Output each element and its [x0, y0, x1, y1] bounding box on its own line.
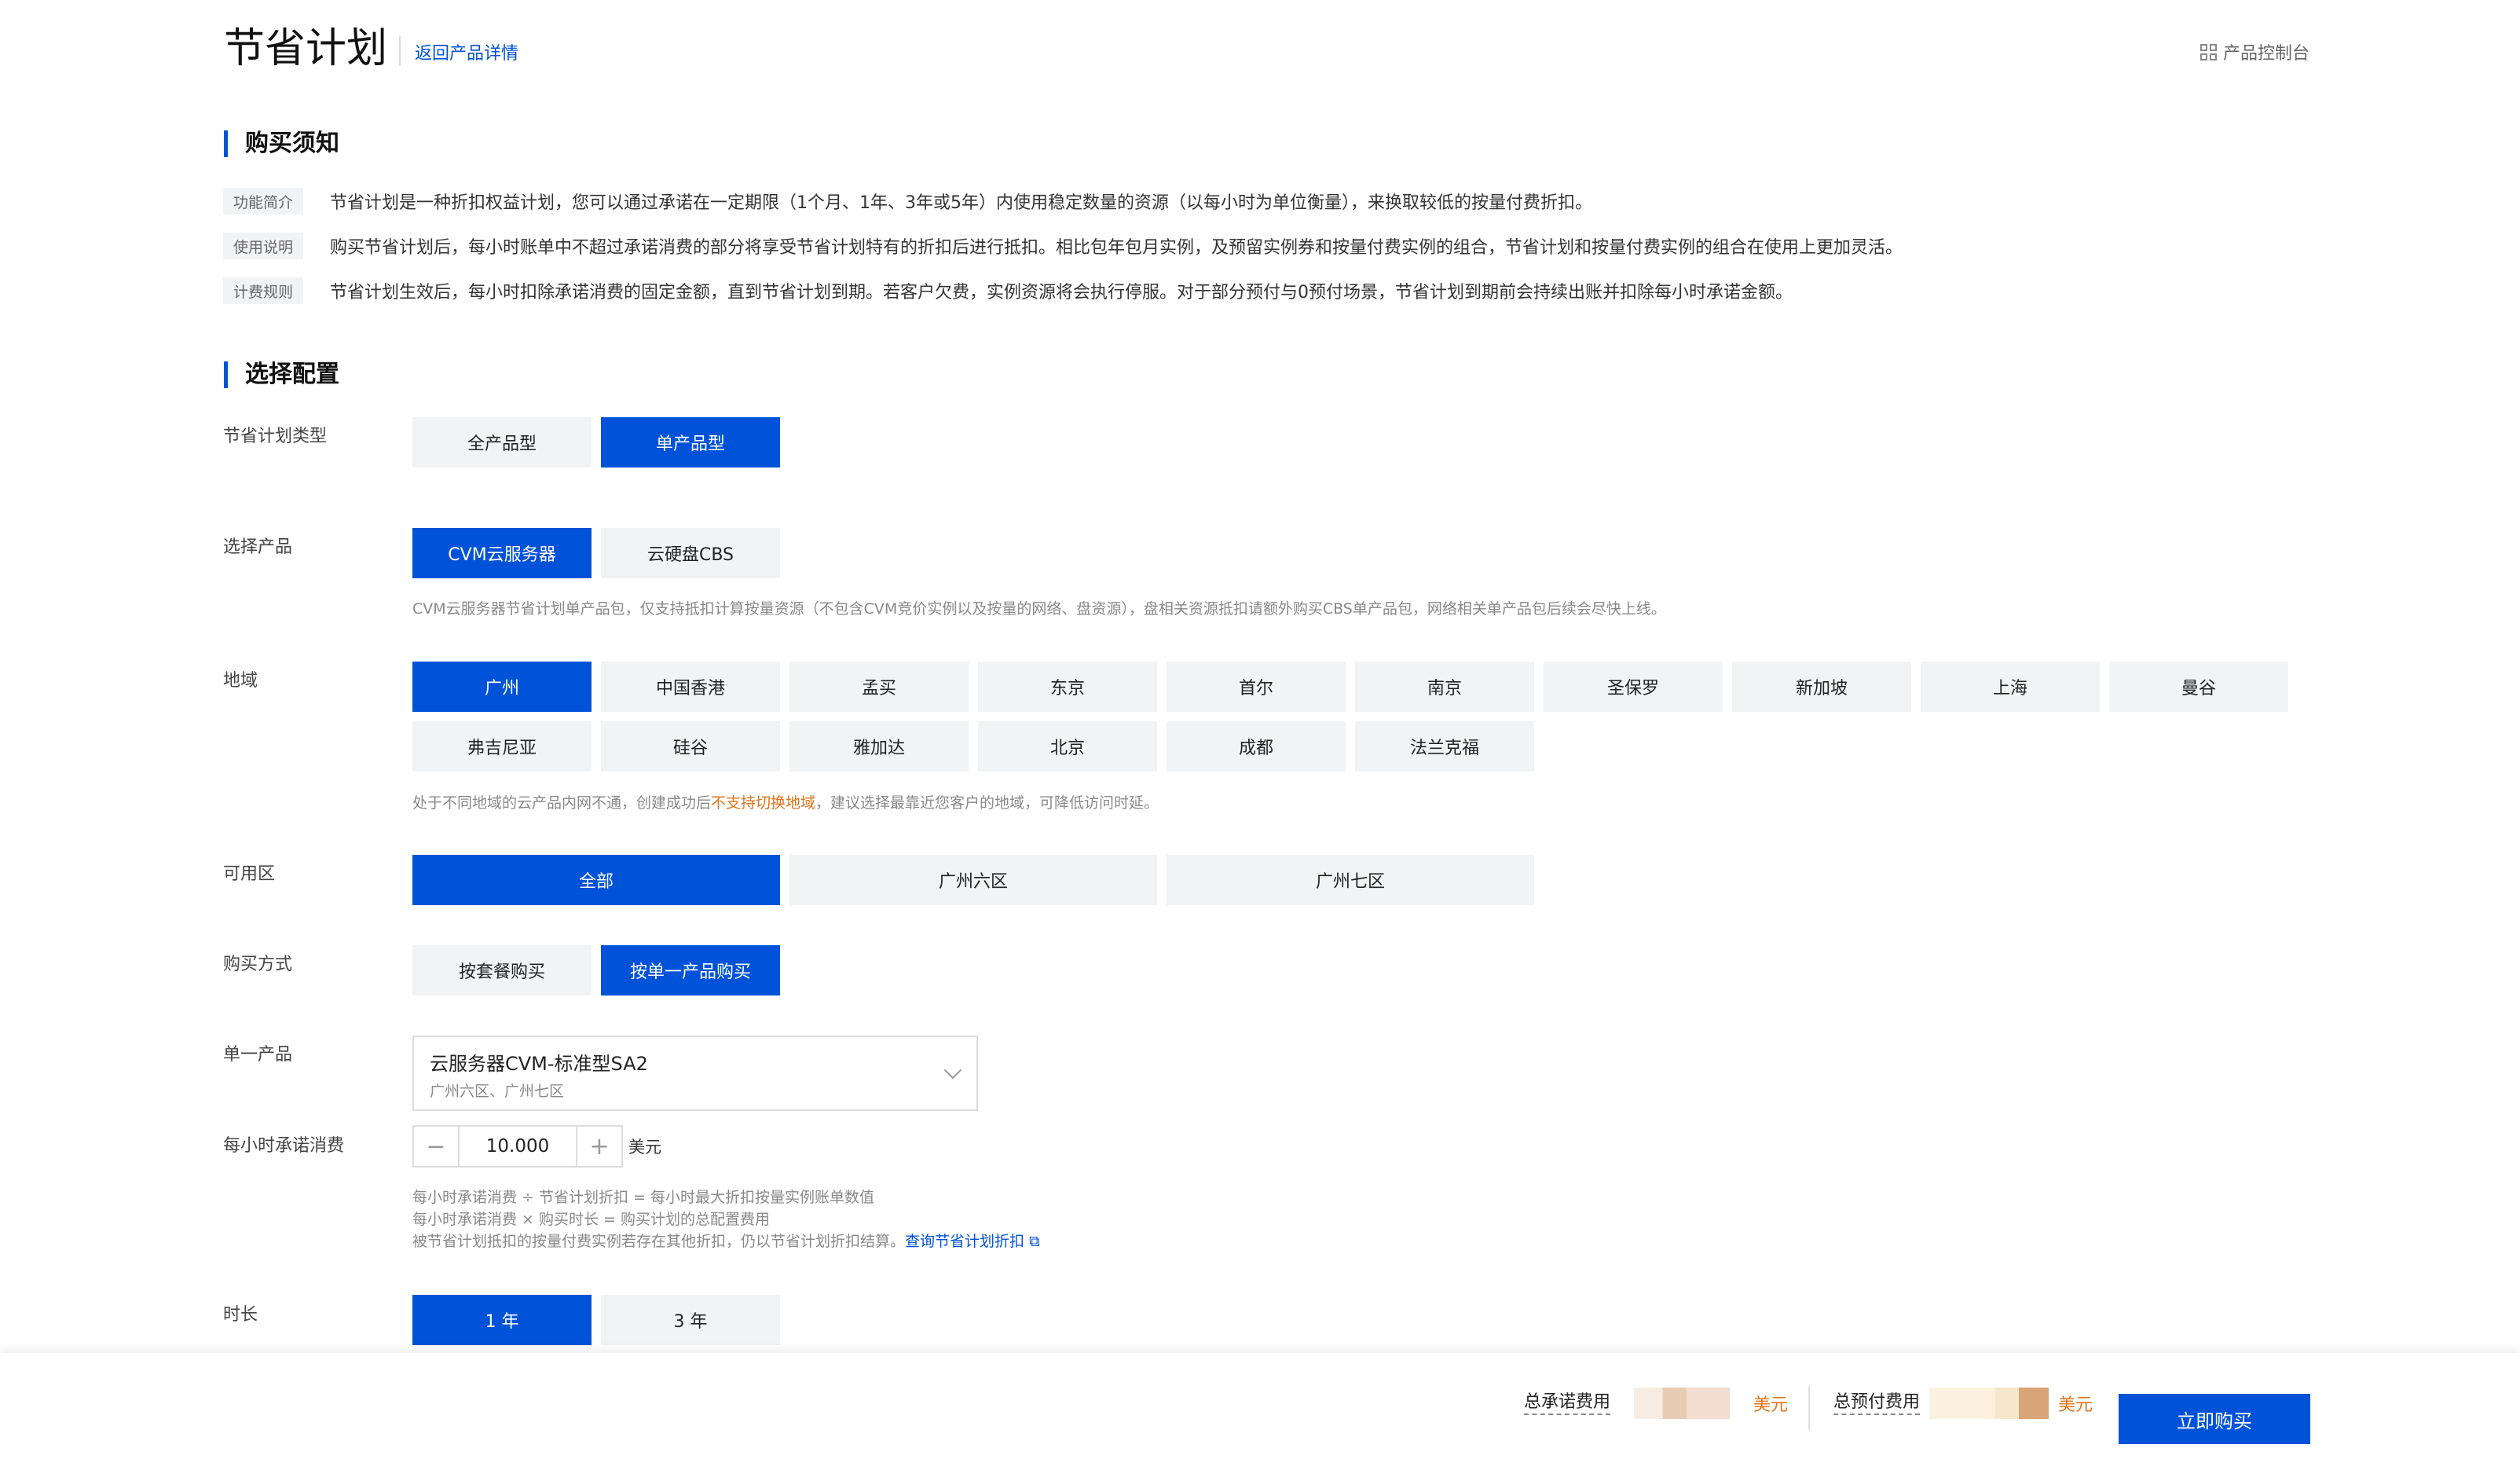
- region-option[interactable]: 法兰克福: [1355, 721, 1534, 772]
- notice-tag: 计费规则: [223, 277, 303, 304]
- hourly-commit-hint-2: 每小时承诺消费 × 购买时长 = 购买计划的总配置费用: [412, 1211, 770, 1228]
- page-title: 节省计划: [224, 25, 388, 72]
- region-option[interactable]: 孟买: [789, 662, 969, 712]
- product-label: 选择产品: [223, 537, 293, 557]
- single-product-label: 单一产品: [223, 1045, 293, 1065]
- zone-guangzhou-7[interactable]: 广州七区: [1167, 855, 1534, 905]
- total-commit: 总承诺费用 美元: [1524, 1388, 1788, 1419]
- external-link-icon: ⧉: [1024, 1233, 1040, 1250]
- notice-row: 使用说明 购买节省计划后，每小时账单中不超过承诺消费的部分将享受节省计划特有的折…: [223, 233, 1903, 259]
- purchase-footer: 总承诺费用 美元 总预付费用 美元 立即购买: [0, 1353, 2520, 1463]
- notice-tag: 使用说明: [223, 233, 303, 259]
- purchase-method-label: 购买方式: [223, 955, 293, 974]
- product-cvm[interactable]: CVM云服务器: [412, 528, 592, 578]
- console-link-label: 产品控制台: [2222, 44, 2309, 64]
- duration-1-year[interactable]: 1 年: [412, 1295, 592, 1345]
- hourly-commit-hint-3: 被节省计划抵扣的按量付费实例若存在其他折扣，仍以节省计划折扣结算。查询节省计划折…: [412, 1230, 1040, 1252]
- purchase-by-single-product[interactable]: 按单一产品购买: [601, 945, 780, 996]
- title-divider: [399, 36, 401, 66]
- product-console-link[interactable]: 产品控制台: [2200, 39, 2309, 64]
- increment-button[interactable]: +: [577, 1127, 621, 1166]
- plan-type-single-product[interactable]: 单产品型: [601, 417, 780, 468]
- notice-row: 计费规则 节省计划生效后，每小时扣除承诺消费的固定金额，直到节省计划到期。若客户…: [223, 277, 1793, 304]
- plan-type-all-products[interactable]: 全产品型: [412, 417, 592, 468]
- query-discount-link[interactable]: 查询节省计划折扣: [905, 1233, 1024, 1250]
- region-hint-prefix: 处于不同地域的云产品内网不通，创建成功后: [412, 794, 712, 812]
- hourly-commit-hint-3-text: 被节省计划抵扣的按量付费实例若存在其他折扣，仍以节省计划折扣结算。: [412, 1233, 906, 1250]
- buy-now-button[interactable]: 立即购买: [2119, 1394, 2310, 1444]
- region-option[interactable]: 硅谷: [601, 721, 780, 772]
- footer-divider: [1808, 1386, 1810, 1430]
- total-commit-label[interactable]: 总承诺费用: [1524, 1392, 1611, 1415]
- region-option[interactable]: 新加坡: [1732, 662, 1911, 712]
- region-option[interactable]: 成都: [1167, 721, 1346, 772]
- zone-all[interactable]: 全部: [412, 855, 780, 905]
- region-hint: 处于不同地域的云产品内网不通，创建成功后不支持切换地域，建议选择最靠近您客户的地…: [412, 792, 1159, 814]
- region-option[interactable]: 北京: [978, 721, 1157, 772]
- region-option[interactable]: 首尔: [1167, 662, 1346, 712]
- total-prepay-amount: [1929, 1388, 2049, 1419]
- config-section-title: 选择配置: [224, 361, 339, 388]
- total-commit-amount: [1634, 1388, 1731, 1419]
- region-option[interactable]: 广州: [412, 662, 592, 712]
- total-prepay: 总预付费用 美元: [1833, 1388, 2093, 1419]
- total-prepay-unit: 美元: [2058, 1395, 2093, 1415]
- zone-label: 可用区: [223, 864, 276, 884]
- region-option[interactable]: 中国香港: [601, 662, 780, 712]
- notice-text: 购买节省计划后，每小时账单中不超过承诺消费的部分将享受节省计划特有的折扣后进行抵…: [330, 238, 1903, 258]
- hourly-commit-label: 每小时承诺消费: [223, 1136, 345, 1156]
- hourly-commit-input[interactable]: 10.000: [458, 1127, 577, 1166]
- region-option[interactable]: 弗吉尼亚: [412, 721, 592, 772]
- back-to-product-link[interactable]: 返回产品详情: [415, 42, 518, 66]
- region-option[interactable]: 圣保罗: [1544, 662, 1723, 712]
- total-prepay-label[interactable]: 总预付费用: [1833, 1392, 1921, 1415]
- single-product-value: 云服务器CVM-标准型SA2: [430, 1053, 648, 1075]
- region-option[interactable]: 东京: [978, 662, 1157, 712]
- hourly-commit-hint-1: 每小时承诺消费 ÷ 节省计划折扣 = 每小时最大折扣按量实例账单数值: [412, 1189, 874, 1206]
- single-product-select[interactable]: 云服务器CVM-标准型SA2 广州六区、广州七区: [412, 1036, 978, 1111]
- region-option[interactable]: 上海: [1921, 662, 2100, 712]
- notice-row: 功能简介 节省计划是一种折扣权益计划，您可以通过承诺在一定期限（1个月、1年、3…: [223, 188, 1592, 214]
- notice-text: 节省计划生效后，每小时扣除承诺消费的固定金额，直到节省计划到期。若客户欠费，实例…: [330, 283, 1793, 302]
- region-hint-warning: 不支持切换地域: [711, 794, 816, 812]
- grid-icon: [2200, 43, 2217, 60]
- single-product-zones: 广州六区、广州七区: [430, 1083, 565, 1100]
- region-option[interactable]: 雅加达: [789, 721, 969, 772]
- region-option[interactable]: 曼谷: [2109, 662, 2288, 712]
- purchase-by-package[interactable]: 按套餐购买: [412, 945, 592, 996]
- product-hint: CVM云服务器节省计划单产品包，仅支持抵扣计算按量资源（不包含CVM竞价实例以及…: [412, 600, 1666, 618]
- region-label: 地域: [223, 671, 258, 691]
- duration-3-years[interactable]: 3 年: [601, 1295, 780, 1345]
- notice-text: 节省计划是一种折扣权益计划，您可以通过承诺在一定期限（1个月、1年、3年或5年）…: [330, 193, 1592, 213]
- plan-type-label: 节省计划类型: [223, 427, 328, 446]
- region-option[interactable]: 南京: [1355, 662, 1534, 712]
- hourly-commit-stepper: − 10.000 +: [412, 1125, 623, 1168]
- region-hint-suffix: ，建议选择最靠近您客户的地域，可降低访问时延。: [815, 794, 1159, 812]
- decrement-button[interactable]: −: [414, 1127, 458, 1166]
- zone-guangzhou-6[interactable]: 广州六区: [789, 855, 1157, 905]
- duration-label: 时长: [223, 1305, 258, 1325]
- notice-section-title: 购买须知: [224, 130, 339, 157]
- chevron-down-icon: [943, 1061, 962, 1080]
- product-cbs[interactable]: 云硬盘CBS: [601, 528, 780, 578]
- hourly-commit-unit: 美元: [628, 1138, 661, 1157]
- notice-tag: 功能简介: [223, 188, 303, 214]
- total-commit-unit: 美元: [1753, 1395, 1789, 1415]
